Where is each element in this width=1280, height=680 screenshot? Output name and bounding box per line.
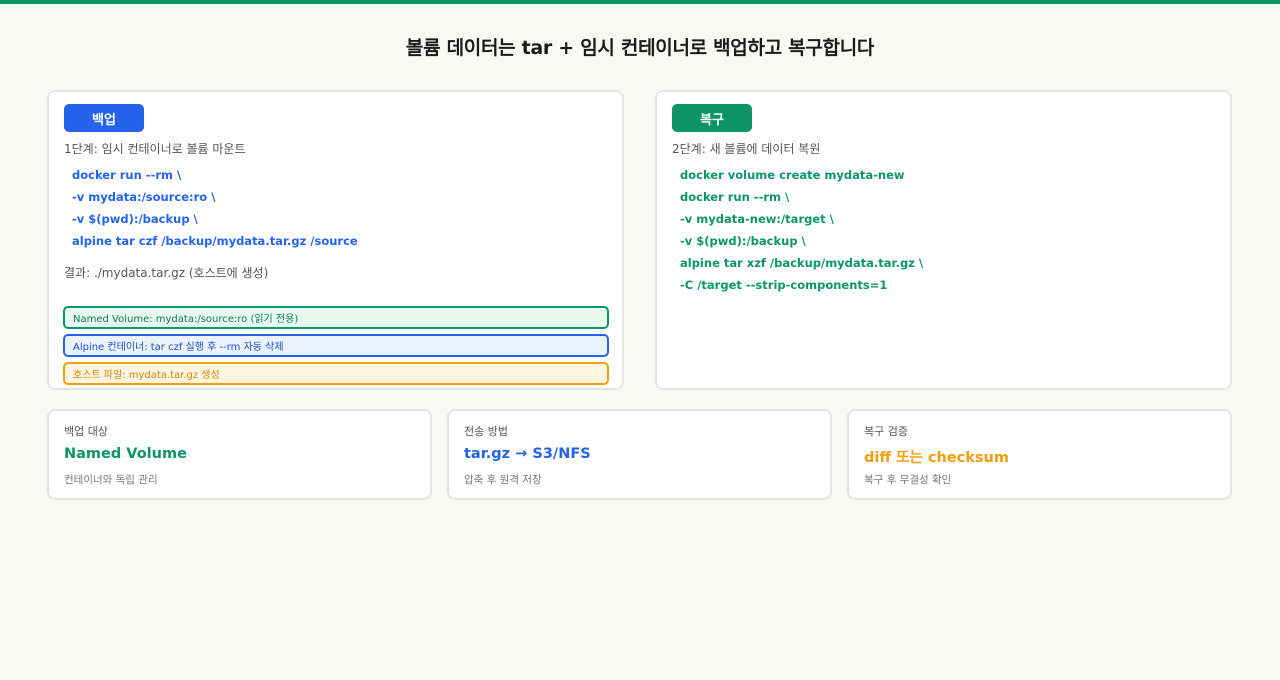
card-description: 컨테이너와 독립 관리 [64,474,158,486]
card-value: diff 또는 checksum [864,450,1009,466]
restore-code-block: docker volume create mydata-new docker r… [680,164,923,296]
code-line: alpine tar czf /backup/mydata.tar.gz /so… [72,234,358,248]
code-line: alpine tar xzf /backup/mydata.tar.gz \ [680,256,924,270]
code-line: -v mydata-new:/target \ [680,212,834,226]
code-line: -C /target --strip-components=1 [680,278,888,292]
restore-step-label: 2단계: 새 볼륨에 데이터 복원 [672,142,821,156]
page-title: 볼륨 데이터는 tar + 임시 컨테이너로 백업하고 복구합니다 [405,37,875,59]
restore-badge: 복구 [672,104,752,132]
transfer-method-card: 전송 방법 tar.gz → S3/NFS 압축 후 원격 저장 [447,409,832,500]
backup-step-label: 1단계: 임시 컨테이너로 볼륨 마운트 [64,142,246,156]
card-label: 전송 방법 [464,425,508,438]
flow-host-file-box: 호스트 파일: mydata.tar.gz 생성 [63,362,609,385]
restore-verify-card: 복구 검증 diff 또는 checksum 복구 후 무결성 확인 [847,409,1232,500]
restore-panel: 복구 2단계: 새 볼륨에 데이터 복원 docker volume creat… [655,90,1232,390]
code-line: docker run --rm \ [680,190,790,204]
code-line: -v mydata:/source:ro \ [72,190,216,204]
card-value: tar.gz → S3/NFS [464,446,591,462]
backup-result: 결과: ./mydata.tar.gz (호스트에 생성) [64,266,269,280]
card-description: 압축 후 원격 저장 [464,474,542,486]
top-accent-bar [0,0,1280,4]
backup-badge: 백업 [64,104,144,132]
code-line: -v $(pwd):/backup \ [680,234,806,248]
card-label: 복구 검증 [864,425,908,438]
backup-panel: 백업 1단계: 임시 컨테이너로 볼륨 마운트 docker run --rm … [47,90,624,390]
card-label: 백업 대상 [64,425,108,438]
card-value: Named Volume [64,446,187,462]
code-line: docker volume create mydata-new [680,168,905,182]
code-line: -v $(pwd):/backup \ [72,212,198,226]
flow-volume-box: Named Volume: mydata:/source:ro (읽기 전용) [63,306,609,329]
card-description: 복구 후 무결성 확인 [864,474,952,486]
code-line: docker run --rm \ [72,168,182,182]
flow-container-box: Alpine 컨테이너: tar czf 실행 후 --rm 자동 삭제 [63,334,609,357]
backup-code-block: docker run --rm \ -v mydata:/source:ro \… [72,164,358,252]
backup-target-card: 백업 대상 Named Volume 컨테이너와 독립 관리 [47,409,432,500]
